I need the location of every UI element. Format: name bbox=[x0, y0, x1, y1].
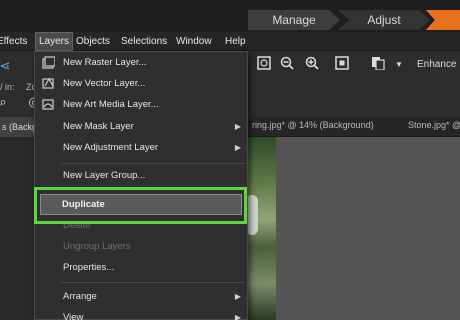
submenu-arrow-icon: ▶ bbox=[234, 313, 241, 320]
share-icon[interactable]: ⋖ bbox=[0, 57, 14, 75]
zoom-icon[interactable]: ⌕ bbox=[0, 93, 12, 111]
menu-item-new-raster-layer[interactable]: New Raster Layer... bbox=[63, 54, 146, 72]
vector-layer-icon bbox=[41, 76, 55, 90]
dropdown-arrow-icon[interactable]: ▼ bbox=[390, 56, 408, 74]
menu-item-new-adjustment-layer[interactable]: New Adjustment Layer ▶ bbox=[63, 139, 245, 157]
menu-item-arrange[interactable]: Arrange ▶ bbox=[63, 288, 245, 306]
tab-edit[interactable] bbox=[426, 10, 460, 30]
menu-item-new-vector-layer[interactable]: New Vector Layer... bbox=[63, 75, 145, 93]
menu-bar: Effects Layers Objects Selections Window… bbox=[0, 32, 460, 51]
menu-item-new-mask-layer[interactable]: New Mask Layer ▶ bbox=[63, 118, 245, 136]
menu-item-new-layer-group[interactable]: New Layer Group... bbox=[63, 167, 145, 185]
menu-item-label: View bbox=[63, 312, 84, 320]
doc-tab-middle[interactable]: ring.jpg* @ 14% (Background) bbox=[252, 120, 374, 130]
workspace-bar: Manage Adjust bbox=[0, 0, 460, 32]
left-panel bbox=[0, 137, 34, 320]
enhance-photo-button[interactable]: Enhance P bbox=[417, 59, 460, 70]
menu-item-label: Arrange bbox=[63, 291, 97, 302]
menu-separator bbox=[61, 282, 245, 283]
menu-item-duplicate[interactable]: Duplicate bbox=[62, 194, 105, 215]
paste-icon[interactable] bbox=[369, 56, 387, 74]
submenu-arrow-icon: ▶ bbox=[234, 122, 241, 131]
menu-objects[interactable]: Objects bbox=[73, 32, 113, 51]
submenu-arrow-icon: ▶ bbox=[234, 143, 241, 152]
menu-item-properties[interactable]: Properties... bbox=[63, 259, 114, 277]
raster-layer-icon bbox=[41, 56, 56, 70]
menu-window[interactable]: Window bbox=[173, 32, 215, 51]
zoom-fit-icon[interactable] bbox=[255, 56, 273, 74]
menu-layers[interactable]: Layers bbox=[35, 32, 74, 51]
menu-separator bbox=[61, 163, 245, 164]
menu-item-label: New Adjustment Layer bbox=[63, 142, 159, 153]
tab-adjust[interactable]: Adjust bbox=[338, 10, 430, 30]
layers-menu: New Raster Layer... New Vector Layer... … bbox=[34, 51, 248, 320]
art-media-layer-icon bbox=[41, 97, 55, 111]
menu-item-label: New Mask Layer bbox=[63, 121, 134, 132]
zoom-out-icon[interactable] bbox=[278, 56, 296, 74]
menu-item-view[interactable]: View ▶ bbox=[63, 309, 245, 320]
doc-tab-right[interactable]: Stone.jpg* @ bbox=[408, 120, 460, 130]
submenu-arrow-icon: ▶ bbox=[234, 292, 241, 301]
actual-size-icon[interactable] bbox=[333, 56, 351, 74]
menu-help[interactable]: Help bbox=[222, 32, 249, 51]
doc-tab-left[interactable]: s (Backgr bbox=[0, 117, 38, 137]
menu-item-ungroup-layers[interactable]: Ungroup Layers bbox=[63, 238, 131, 256]
zoom-in-icon[interactable] bbox=[303, 56, 321, 74]
menu-selections[interactable]: Selections bbox=[118, 32, 170, 51]
menu-item-new-art-media-layer[interactable]: New Art Media Layer... bbox=[63, 96, 159, 114]
tab-manage[interactable]: Manage bbox=[248, 10, 340, 30]
app-window: Manage Adjust Effects Layers Objects Sel… bbox=[0, 0, 460, 320]
toolbar-fragment: / in: bbox=[0, 82, 15, 92]
menu-effects[interactable]: Effects bbox=[0, 32, 30, 51]
